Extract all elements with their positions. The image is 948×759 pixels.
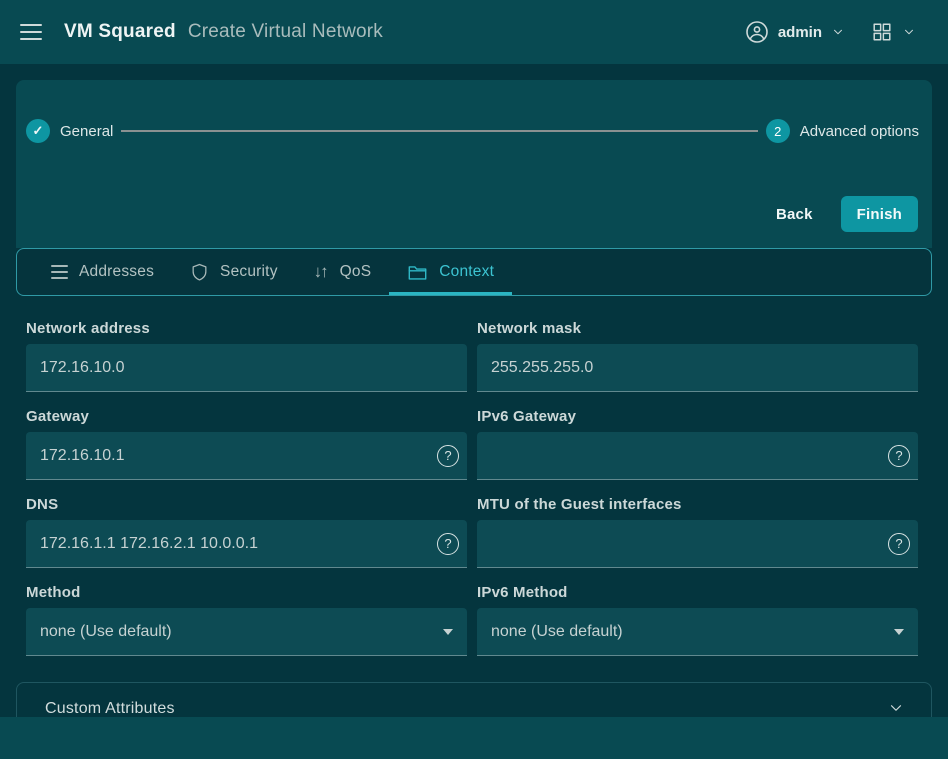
help-icon[interactable]: ? — [888, 445, 910, 467]
field-dns: DNS ? — [26, 496, 467, 568]
ipv6-gateway-input[interactable] — [477, 432, 918, 480]
step-number-badge: 2 — [766, 119, 790, 143]
dns-input[interactable] — [26, 520, 467, 568]
list-icon — [51, 265, 68, 279]
gateway-input[interactable] — [26, 432, 467, 480]
tab-label: QoS — [340, 263, 372, 281]
content-section: ✓ General 2 Advanced options Back Finish… — [0, 64, 948, 717]
step-completed-check-icon: ✓ — [26, 119, 50, 143]
breadcrumb: VM Squared Create Virtual Network — [64, 21, 383, 43]
finish-button[interactable]: Finish — [841, 196, 918, 232]
selected-value: none (Use default) — [491, 623, 623, 641]
field-network-address: Network address — [26, 320, 467, 392]
field-network-mask: Network mask — [477, 320, 918, 392]
chevron-down-icon — [831, 25, 845, 39]
apps-menu[interactable] — [871, 21, 916, 43]
ipv6-method-select[interactable]: none (Use default) — [477, 608, 918, 656]
field-gateway: Gateway ? — [26, 408, 467, 480]
top-bar: VM Squared Create Virtual Network admin — [0, 0, 948, 64]
mtu-input[interactable] — [477, 520, 918, 568]
tab-addresses[interactable]: Addresses — [33, 249, 172, 295]
step-label: Advanced options — [800, 123, 919, 140]
tab-bar: Addresses Security ↓↑ QoS Context — [16, 248, 932, 296]
field-label: Network address — [26, 320, 467, 337]
method-select[interactable]: none (Use default) — [26, 608, 467, 656]
selected-value: none (Use default) — [40, 623, 172, 641]
hamburger-menu-icon[interactable] — [20, 24, 42, 40]
tab-label: Addresses — [79, 263, 154, 281]
step-label: General — [60, 123, 113, 140]
field-label: DNS — [26, 496, 467, 513]
help-icon[interactable]: ? — [888, 533, 910, 555]
shield-icon — [190, 262, 209, 282]
wizard-card: ✓ General 2 Advanced options Back Finish — [16, 80, 932, 248]
network-mask-input[interactable] — [477, 344, 918, 392]
field-ipv6-method: IPv6 Method none (Use default) — [477, 584, 918, 656]
field-label: Network mask — [477, 320, 918, 337]
grid-apps-icon — [871, 21, 893, 43]
caret-down-icon — [443, 629, 453, 635]
stepper-connector — [121, 130, 757, 132]
chevron-down-icon — [902, 25, 916, 39]
tab-security[interactable]: Security — [172, 249, 296, 295]
field-ipv6-gateway: IPv6 Gateway ? — [477, 408, 918, 480]
wizard-actions: Back Finish — [26, 196, 919, 232]
step-general[interactable]: ✓ General — [26, 119, 113, 143]
accordion-title: Custom Attributes — [45, 696, 225, 718]
user-name: admin — [778, 24, 822, 41]
chevron-down-icon — [887, 699, 905, 717]
arrows-up-down-icon: ↓↑ — [314, 262, 329, 282]
user-menu[interactable]: admin — [745, 20, 845, 44]
wizard-stepper: ✓ General 2 Advanced options — [26, 119, 919, 143]
help-icon[interactable]: ? — [437, 533, 459, 555]
custom-attributes-accordion[interactable]: Custom Attributes — [16, 682, 932, 717]
tab-label: Security — [220, 263, 278, 281]
tab-qos[interactable]: ↓↑ QoS — [296, 249, 390, 295]
field-label: MTU of the Guest interfaces — [477, 496, 918, 513]
user-avatar-icon — [745, 20, 769, 44]
field-label: Gateway — [26, 408, 467, 425]
tab-label: Context — [439, 263, 494, 281]
field-mtu: MTU of the Guest interfaces ? — [477, 496, 918, 568]
caret-down-icon — [894, 629, 904, 635]
tab-context[interactable]: Context — [389, 249, 512, 295]
app-title: VM Squared — [64, 21, 176, 43]
context-form: Network address Network mask Gateway ? I… — [0, 296, 948, 672]
step-advanced-options[interactable]: 2 Advanced options — [766, 119, 919, 143]
field-label: IPv6 Method — [477, 584, 918, 601]
back-button[interactable]: Back — [760, 198, 829, 231]
folder-icon — [407, 263, 428, 282]
help-icon[interactable]: ? — [437, 445, 459, 467]
field-label: IPv6 Gateway — [477, 408, 918, 425]
network-address-input[interactable] — [26, 344, 467, 392]
field-method: Method none (Use default) — [26, 584, 467, 656]
page-title: Create Virtual Network — [188, 21, 383, 43]
field-label: Method — [26, 584, 467, 601]
